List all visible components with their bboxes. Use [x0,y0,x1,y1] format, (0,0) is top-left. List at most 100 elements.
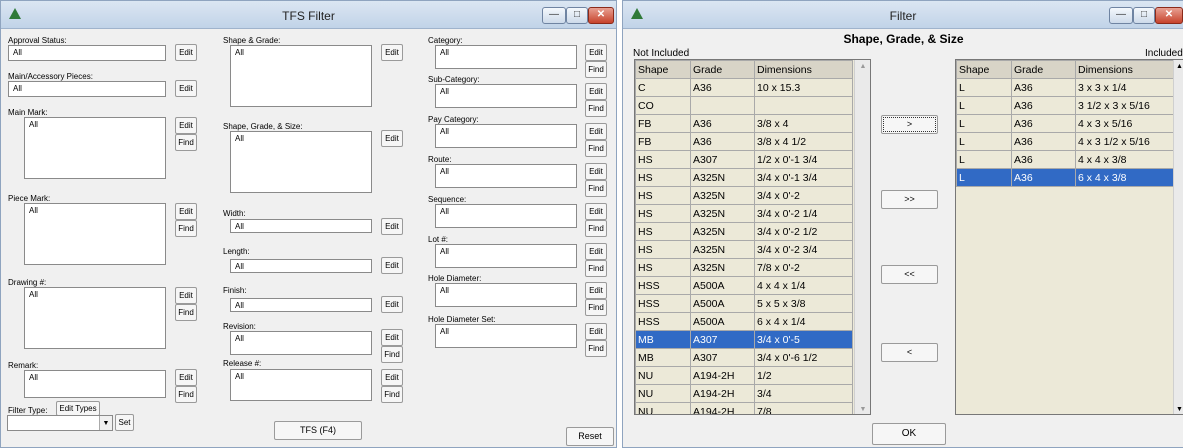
release-number-find-button[interactable]: Find [381,386,403,403]
main-mark-edit-button[interactable]: Edit [175,117,197,134]
width-edit-button[interactable]: Edit [381,218,403,235]
sequence-field[interactable]: All [435,204,577,228]
not-included-scrollbar[interactable]: ▲ ▼ [854,60,870,414]
sub-category-field[interactable]: All [435,84,577,108]
close-button[interactable]: ✕ [588,7,614,24]
hole-diameter-edit-button[interactable]: Edit [585,282,607,299]
table-row[interactable]: L A36 3 1/2 x 3 x 5/16 [956,96,1174,115]
column-header-shape[interactable]: Shape [635,60,691,79]
tfs-f4-button[interactable]: TFS (F4) [274,421,362,440]
lot-number-field[interactable]: All [435,244,577,268]
table-row[interactable]: HS A325N 3/4 x 0'-2 3/4 [635,240,853,259]
move-all-right-button[interactable]: >> [881,190,938,209]
minimize-button[interactable]: — [1109,7,1133,24]
category-find-button[interactable]: Find [585,61,607,78]
table-row[interactable]: L A36 3 x 3 x 1/4 [956,78,1174,97]
table-row[interactable]: NU A194-2H 3/4 [635,384,853,403]
set-button[interactable]: Set [115,414,134,431]
reset-button[interactable]: Reset [566,427,614,446]
table-row[interactable]: L A36 4 x 3 1/2 x 5/16 [956,132,1174,151]
lot-number-edit-button[interactable]: Edit [585,243,607,260]
filter-type-select[interactable]: ▼ [7,415,113,431]
revision-edit-button[interactable]: Edit [381,329,403,346]
table-row[interactable]: NU A194-2H 7/8 [635,402,853,414]
route-field[interactable]: All [435,164,577,188]
ok-button[interactable]: OK [872,423,946,445]
hole-diameter-find-button[interactable]: Find [585,299,607,316]
shape-grade-size-edit-button[interactable]: Edit [381,130,403,147]
hole-diameter-set-edit-button[interactable]: Edit [585,323,607,340]
remark-find-button[interactable]: Find [175,386,197,403]
table-row[interactable]: HS A307 1/2 x 0'-1 3/4 [635,150,853,169]
hole-diameter-set-find-button[interactable]: Find [585,340,607,357]
revision-field[interactable]: All [230,331,372,355]
table-row[interactable]: FB A36 3/8 x 4 1/2 [635,132,853,151]
piece-mark-field[interactable]: All [24,203,166,265]
release-number-field[interactable]: All [230,369,372,401]
main-accessory-edit-button[interactable]: Edit [175,80,197,97]
close-button[interactable]: ✕ [1155,7,1183,24]
maximize-button[interactable]: □ [566,7,588,24]
table-row[interactable]: HSS A500A 4 x 4 x 1/4 [635,276,853,295]
route-edit-button[interactable]: Edit [585,163,607,180]
hole-diameter-set-field[interactable]: All [435,324,577,348]
table-row[interactable]: CO [635,96,853,115]
shape-grade-size-field[interactable]: All [230,131,372,193]
pay-category-field[interactable]: All [435,124,577,148]
piece-mark-find-button[interactable]: Find [175,220,197,237]
sequence-find-button[interactable]: Find [585,220,607,237]
drawing-number-edit-button[interactable]: Edit [175,287,197,304]
sequence-edit-button[interactable]: Edit [585,203,607,220]
shape-grade-field[interactable]: All [230,45,372,107]
revision-find-button[interactable]: Find [381,346,403,363]
main-mark-find-button[interactable]: Find [175,134,197,151]
route-find-button[interactable]: Find [585,180,607,197]
table-row[interactable]: HS A325N 3/4 x 0'-2 [635,186,853,205]
pay-category-edit-button[interactable]: Edit [585,123,607,140]
table-row[interactable]: FB A36 3/8 x 4 [635,114,853,133]
table-row[interactable]: NU A194-2H 1/2 [635,366,853,385]
column-header-grade[interactable]: Grade [690,60,755,79]
pay-category-find-button[interactable]: Find [585,140,607,157]
approval-status-edit-button[interactable]: Edit [175,44,197,61]
remark-field[interactable]: All [24,370,166,398]
category-edit-button[interactable]: Edit [585,44,607,61]
piece-mark-edit-button[interactable]: Edit [175,203,197,220]
table-row[interactable]: HSS A500A 6 x 4 x 1/4 [635,312,853,331]
main-accessory-field[interactable]: All [8,81,166,97]
included-scrollbar[interactable]: ▲ ▼ [1173,60,1183,414]
table-row[interactable]: L A36 4 x 3 x 5/16 [956,114,1174,133]
table-row[interactable]: HS A325N 3/4 x 0'-2 1/2 [635,222,853,241]
shape-grade-edit-button[interactable]: Edit [381,44,403,61]
sub-category-edit-button[interactable]: Edit [585,83,607,100]
column-header-shape[interactable]: Shape [956,60,1012,79]
edit-types-button[interactable]: Edit Types [56,401,100,416]
hole-diameter-field[interactable]: All [435,283,577,307]
sub-category-find-button[interactable]: Find [585,100,607,117]
table-row[interactable]: HS A325N 3/4 x 0'-1 3/4 [635,168,853,187]
finish-field[interactable]: All [230,298,372,312]
move-selected-left-button[interactable]: < [881,343,938,362]
main-mark-field[interactable]: All [24,117,166,179]
approval-status-field[interactable]: All [8,45,166,61]
maximize-button[interactable]: □ [1133,7,1155,24]
drawing-number-field[interactable]: All [24,287,166,349]
width-field[interactable]: All [230,219,372,233]
not-included-list[interactable]: Shape Grade Dimensions C A36 10 x 15.3 CO FB… [634,59,871,415]
table-row[interactable]: HS A325N 7/8 x 0'-2 [635,258,853,277]
column-header-grade[interactable]: Grade [1011,60,1076,79]
scroll-down-arrow-icon[interactable]: ▼ [1174,406,1183,413]
move-all-left-button[interactable]: << [881,265,938,284]
table-row[interactable]: MB A307 3/4 x 0'-6 1/2 [635,348,853,367]
drawing-number-find-button[interactable]: Find [175,304,197,321]
category-field[interactable]: All [435,45,577,69]
table-row[interactable]: C A36 10 x 15.3 [635,78,853,97]
minimize-button[interactable]: — [542,7,566,24]
release-number-edit-button[interactable]: Edit [381,369,403,386]
table-row[interactable]: HSS A500A 5 x 5 x 3/8 [635,294,853,313]
table-row[interactable]: L A36 6 x 4 x 3/8 [956,168,1174,187]
chevron-down-icon[interactable]: ▼ [99,416,112,430]
table-row[interactable]: MB A307 3/4 x 0'-5 [635,330,853,349]
scroll-up-arrow-icon[interactable]: ▲ [1174,63,1183,70]
scroll-up-arrow-icon[interactable]: ▲ [855,63,870,70]
